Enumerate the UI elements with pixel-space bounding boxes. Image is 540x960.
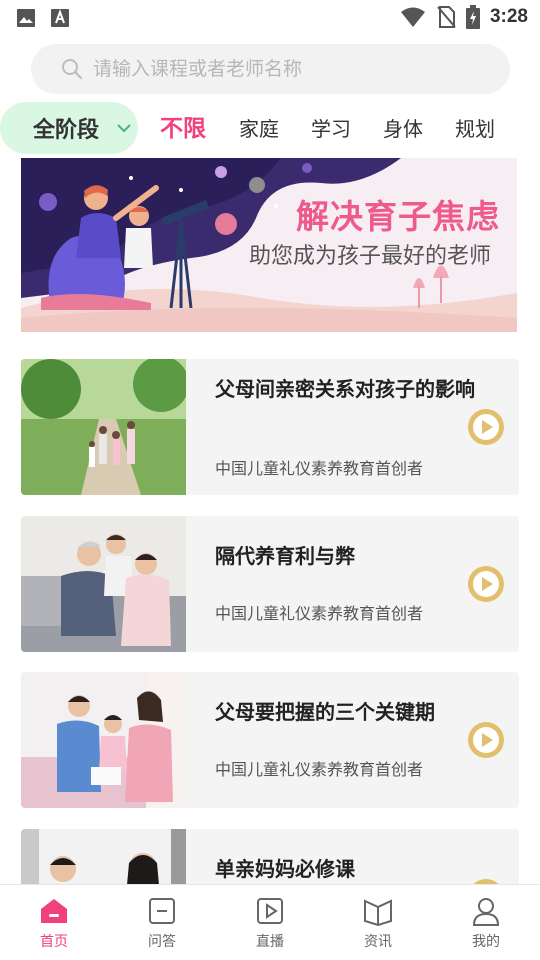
filter-row: 全阶段 不限 家庭 学习 身体 规划 xyxy=(0,100,540,156)
nav-qa[interactable]: 问答 xyxy=(108,885,216,960)
play-button[interactable] xyxy=(468,566,504,602)
chevron-down-icon xyxy=(117,124,131,133)
nav-live-label: 直播 xyxy=(256,934,284,950)
nav-home[interactable]: 首页 xyxy=(0,885,108,960)
course-title: 隔代养育利与弊 xyxy=(215,544,355,568)
play-icon xyxy=(473,414,499,440)
course-title: 单亲妈妈必修课 xyxy=(215,857,355,881)
nav-profile[interactable]: 我的 xyxy=(432,885,540,960)
course-card[interactable]: 父母间亲密关系对孩子的影响 中国儿童礼仪素养教育首创者 xyxy=(21,359,519,495)
nav-profile-label: 我的 xyxy=(472,934,500,950)
course-card[interactable]: 父母要把握的三个关键期 中国儿童礼仪素养教育首创者 xyxy=(21,672,519,808)
qa-icon xyxy=(149,898,175,924)
course-title: 父母间亲密关系对孩子的影响 xyxy=(215,377,475,401)
bottom-nav: 首页 问答 直播 资讯 我的 xyxy=(0,884,540,960)
tab-family[interactable]: 家庭 xyxy=(239,112,279,146)
stage-dropdown-label: 全阶段 xyxy=(33,118,100,143)
course-thumbnail xyxy=(21,359,186,495)
category-tabs: 不限 家庭 学习 身体 规划 xyxy=(160,112,495,146)
tab-body[interactable]: 身体 xyxy=(383,112,423,146)
profile-icon xyxy=(472,898,500,926)
search-input[interactable] xyxy=(93,58,473,80)
course-title: 父母要把握的三个关键期 xyxy=(215,700,435,724)
course-author: 中国儿童礼仪素养教育首创者 xyxy=(215,459,424,478)
course-thumbnail xyxy=(21,672,186,808)
nav-news-label: 资讯 xyxy=(364,934,392,950)
nav-live[interactable]: 直播 xyxy=(216,885,324,960)
search-bar[interactable] xyxy=(31,44,510,94)
live-icon xyxy=(257,898,283,924)
battery-charging-icon xyxy=(465,5,480,29)
tab-unlimited[interactable]: 不限 xyxy=(160,112,206,146)
course-thumbnail xyxy=(21,516,186,652)
banner-subtitle: 助您成为孩子最好的老师 xyxy=(249,244,492,269)
tab-study[interactable]: 学习 xyxy=(311,112,351,146)
status-bar: 3:28 xyxy=(0,0,540,36)
image-icon xyxy=(17,9,35,27)
search-icon xyxy=(62,59,83,80)
nav-qa-label: 问答 xyxy=(148,934,176,950)
no-sim-icon xyxy=(437,6,456,28)
stage-dropdown[interactable]: 全阶段 xyxy=(0,102,138,154)
play-icon xyxy=(473,571,499,597)
nav-home-label: 首页 xyxy=(40,934,68,950)
play-button[interactable] xyxy=(468,409,504,445)
news-book-icon xyxy=(364,899,392,927)
play-icon xyxy=(473,727,499,753)
course-card[interactable]: 隔代养育利与弊 中国儿童礼仪素养教育首创者 xyxy=(21,516,519,652)
play-button[interactable] xyxy=(468,722,504,758)
wifi-icon xyxy=(400,7,425,27)
text-app-icon xyxy=(51,9,69,27)
nav-news[interactable]: 资讯 xyxy=(324,885,432,960)
promo-banner[interactable]: 解决育子焦虑 助您成为孩子最好的老师 xyxy=(21,158,517,332)
tab-planning[interactable]: 规划 xyxy=(455,112,495,146)
course-author: 中国儿童礼仪素养教育首创者 xyxy=(215,760,424,779)
banner-title: 解决育子焦虑 xyxy=(296,197,500,236)
course-author: 中国儿童礼仪素养教育首创者 xyxy=(215,604,424,623)
home-icon xyxy=(41,899,67,923)
status-time: 3:28 xyxy=(489,6,528,27)
